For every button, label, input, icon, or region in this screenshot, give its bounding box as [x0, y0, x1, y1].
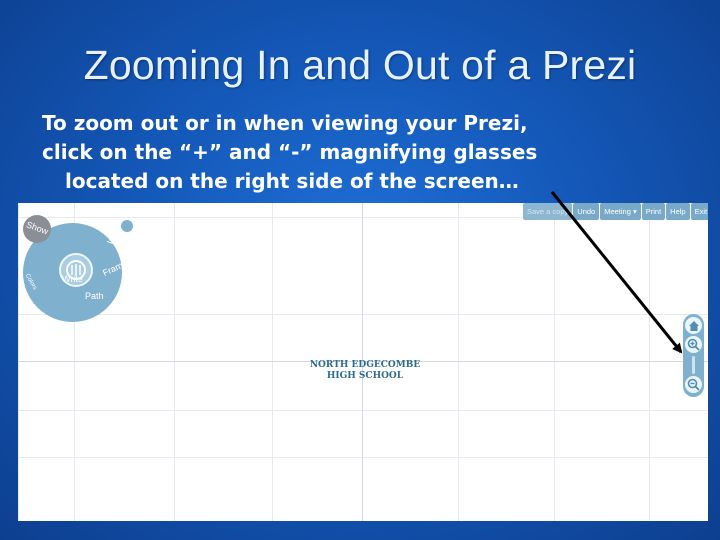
pointer-arrow	[550, 191, 683, 354]
arrow-line	[550, 191, 683, 354]
